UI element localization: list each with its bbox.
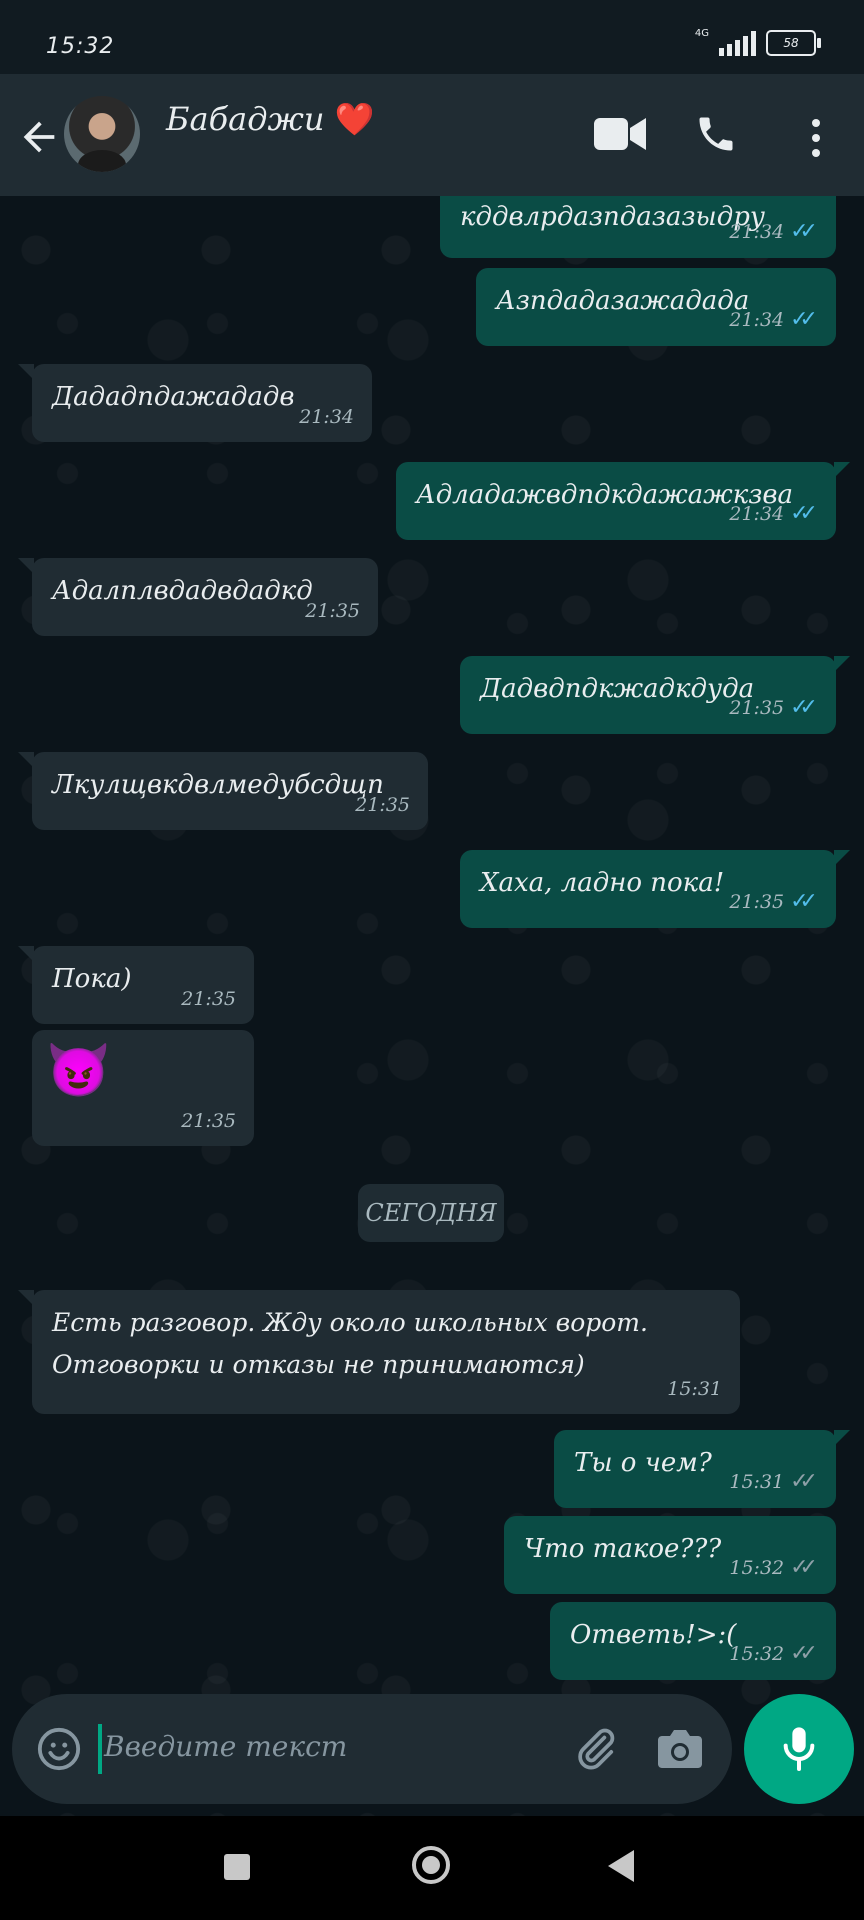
status-time: 15:32 bbox=[46, 34, 115, 59]
chat-header: Бабаджи ❤️ bbox=[0, 74, 864, 196]
message-meta: 15:31 bbox=[667, 1378, 722, 1400]
message-time: 15:31 bbox=[729, 1470, 785, 1493]
home-icon[interactable] bbox=[412, 1846, 450, 1884]
status-bar: 15:32 4G 58 bbox=[0, 0, 864, 74]
emoji-message: 😈 bbox=[46, 1041, 111, 1101]
video-call-icon[interactable] bbox=[594, 116, 646, 152]
message-meta: 21:34 ✓✓ bbox=[729, 307, 818, 332]
message-bubble-outgoing[interactable]: Ты о чем? 15:31 ✓✓ bbox=[554, 1430, 850, 1508]
camera-icon[interactable] bbox=[656, 1728, 704, 1770]
message-text: Лкулщвкдвлмедубсдщп bbox=[52, 770, 384, 800]
message-text: Ответь!>:( bbox=[570, 1620, 737, 1650]
message-bubble-outgoing[interactable]: Хаха, ладно пока! 21:35 ✓✓ bbox=[460, 850, 850, 928]
phone-call-icon[interactable] bbox=[694, 112, 738, 156]
message-bubble-incoming[interactable]: Лкулщвкдвлмедубсдщп 21:35 bbox=[18, 752, 428, 830]
message-bubble-outgoing[interactable]: Азпдадазажадада 21:34 ✓✓ bbox=[476, 268, 836, 346]
contact-name-text: Бабаджи bbox=[166, 100, 325, 138]
message-bubble-incoming[interactable]: Дададпдажададв 21:34 bbox=[18, 364, 372, 442]
message-time: 21:35 bbox=[729, 696, 785, 719]
read-tick-icon: ✓✓ bbox=[790, 307, 818, 332]
message-bubble-incoming[interactable]: Адалплвдадвдадкд 21:35 bbox=[18, 558, 378, 636]
message-bubble-outgoing[interactable]: Дадвдпдкжадкдуда 21:35 ✓✓ bbox=[460, 656, 850, 734]
message-text: Дадвдпдкжадкдуда bbox=[480, 674, 755, 704]
message-time: 21:34 bbox=[299, 406, 354, 428]
message-meta: 21:34 ✓✓ bbox=[729, 501, 818, 526]
message-text: Есть разговор. Жду около школьных ворот.… bbox=[52, 1308, 648, 1379]
message-text: Адалплвдадвдадкд bbox=[52, 576, 313, 606]
message-meta: 15:31 ✓✓ bbox=[729, 1469, 818, 1494]
read-tick-icon: ✓✓ bbox=[790, 219, 818, 244]
voice-record-button[interactable] bbox=[744, 1694, 854, 1804]
read-tick-icon: ✓✓ bbox=[790, 695, 818, 720]
network-type: 4G bbox=[694, 27, 709, 39]
signal-icon bbox=[719, 30, 756, 56]
message-bubble-outgoing[interactable]: Ответь!>:( 15:32 ✓✓ bbox=[550, 1602, 836, 1680]
delivered-tick-icon: ✓✓ bbox=[790, 1469, 818, 1494]
text-cursor bbox=[98, 1724, 102, 1774]
attach-icon[interactable] bbox=[570, 1724, 620, 1774]
contact-name[interactable]: Бабаджи ❤️ bbox=[166, 100, 374, 138]
message-meta: 21:35 bbox=[181, 1110, 236, 1132]
message-compose-bar: Введите текст bbox=[12, 1694, 732, 1804]
message-meta: 21:35 bbox=[355, 794, 410, 816]
message-bubble-incoming[interactable]: Пока) 21:35 bbox=[18, 946, 254, 1024]
message-meta: 21:35 ✓✓ bbox=[729, 889, 818, 914]
system-nav-bar bbox=[0, 1816, 864, 1920]
message-time: 15:31 bbox=[667, 1378, 722, 1400]
message-time: 21:35 bbox=[181, 988, 236, 1010]
status-icons: 4G 58 bbox=[694, 27, 821, 56]
message-meta: 15:32 ✓✓ bbox=[729, 1641, 818, 1666]
message-time: 21:34 bbox=[729, 308, 785, 331]
message-time: 21:35 bbox=[355, 794, 410, 816]
message-time: 21:35 bbox=[729, 890, 785, 913]
battery-level: 58 bbox=[783, 36, 799, 50]
message-text: Азпдадазажадада bbox=[496, 286, 750, 316]
message-bubble-incoming[interactable]: 😈 21:35 bbox=[32, 1030, 254, 1146]
message-bubble-outgoing[interactable]: Что такое??? 15:32 ✓✓ bbox=[504, 1516, 836, 1594]
message-bubble-outgoing[interactable]: кддвлрдазпдазазыдру 21:34 ✓✓ bbox=[440, 196, 836, 258]
more-options-icon[interactable] bbox=[806, 118, 826, 158]
message-text: Что такое??? bbox=[524, 1534, 722, 1564]
message-time: 15:32 bbox=[729, 1556, 785, 1579]
message-meta: 21:34 ✓✓ bbox=[729, 219, 818, 244]
message-time: 21:35 bbox=[181, 1110, 236, 1132]
back-arrow-icon[interactable] bbox=[16, 114, 62, 160]
recents-icon[interactable] bbox=[224, 1854, 250, 1880]
delivered-tick-icon: ✓✓ bbox=[790, 1555, 818, 1580]
read-tick-icon: ✓✓ bbox=[790, 889, 818, 914]
message-bubble-outgoing[interactable]: Адладажвдпдкдажажкзва 21:34 ✓✓ bbox=[396, 462, 850, 540]
microphone-icon bbox=[783, 1727, 815, 1771]
battery-icon: 58 bbox=[766, 30, 821, 56]
message-meta: 21:35 bbox=[181, 988, 236, 1010]
message-time: 15:32 bbox=[729, 1642, 785, 1665]
message-time: 21:34 bbox=[729, 502, 785, 525]
message-meta: 21:34 bbox=[299, 406, 354, 428]
message-text: Дададпдажададв bbox=[52, 382, 295, 412]
avatar[interactable] bbox=[64, 96, 140, 172]
message-meta: 21:35 bbox=[305, 600, 360, 622]
nav-back-icon[interactable] bbox=[608, 1850, 634, 1882]
message-input[interactable]: Введите текст bbox=[104, 1730, 347, 1763]
heart-emoji: ❤️ bbox=[334, 100, 375, 138]
message-meta: 15:32 ✓✓ bbox=[729, 1555, 818, 1580]
message-text: Пока) bbox=[52, 964, 132, 994]
date-divider: СЕГОДНЯ bbox=[358, 1184, 504, 1242]
message-time: 21:34 bbox=[729, 220, 785, 243]
message-text: кддвлрдазпдазазыдру bbox=[460, 202, 765, 232]
emoji-icon[interactable] bbox=[36, 1726, 82, 1772]
delivered-tick-icon: ✓✓ bbox=[790, 1641, 818, 1666]
message-text: Хаха, ладно пока! bbox=[480, 868, 725, 898]
message-time: 21:35 bbox=[305, 600, 360, 622]
read-tick-icon: ✓✓ bbox=[790, 501, 818, 526]
message-meta: 21:35 ✓✓ bbox=[729, 695, 818, 720]
chat-area[interactable]: кддвлрдазпдазазыдру 21:34 ✓✓ Азпдадазажад… bbox=[0, 196, 864, 1816]
message-bubble-incoming[interactable]: Есть разговор. Жду около школьных ворот.… bbox=[18, 1290, 740, 1414]
message-text: Ты о чем? bbox=[574, 1448, 712, 1478]
